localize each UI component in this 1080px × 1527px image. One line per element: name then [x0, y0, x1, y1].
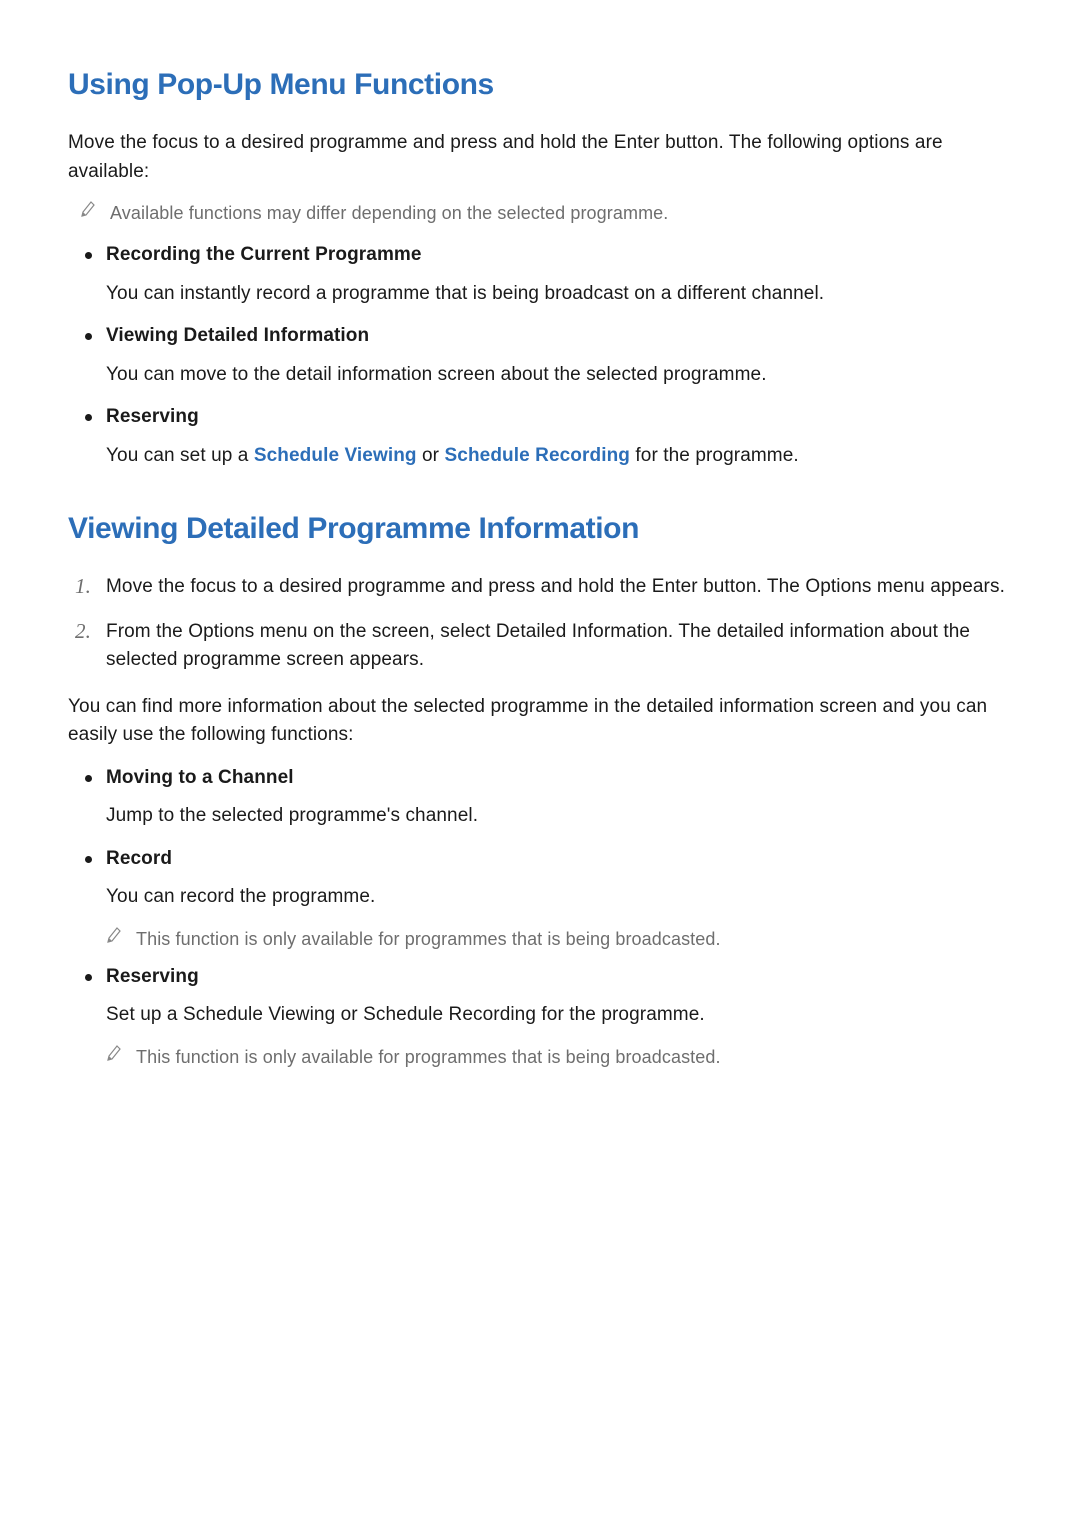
note-text: This function is only available for prog…	[136, 1045, 721, 1070]
item-desc: Jump to the selected programme's channel…	[106, 802, 1012, 831]
steps-list: Move the focus to a desired programme an…	[68, 573, 1012, 675]
note-row: Available functions may differ depending…	[80, 200, 1012, 225]
text-span: You can set up a	[106, 445, 254, 466]
page: Using Pop-Up Menu Functions Move the foc…	[0, 0, 1080, 1527]
section2-after-steps: You can find more information about the …	[68, 693, 1012, 750]
list-item: Viewing Detailed Information You can mov…	[68, 322, 1012, 389]
note-row: This function is only available for prog…	[106, 1044, 1012, 1069]
pencil-icon	[106, 926, 122, 944]
section1-bullets: Recording the Current Programme You can …	[68, 241, 1012, 470]
item-desc: You can record the programme.	[106, 883, 1012, 912]
item-title: Recording the Current Programme	[106, 241, 1012, 270]
item-title: Moving to a Channel	[106, 764, 1012, 793]
pencil-icon	[106, 1044, 122, 1062]
item-desc: Set up a Schedule Viewing or Schedule Re…	[106, 1001, 1012, 1030]
item-title: Reserving	[106, 403, 1012, 432]
link-schedule-recording[interactable]: Schedule Recording	[445, 445, 631, 466]
list-item: Recording the Current Programme You can …	[68, 241, 1012, 308]
list-item: Record You can record the programme. Thi…	[68, 845, 1012, 951]
link-schedule-viewing[interactable]: Schedule Viewing	[254, 445, 417, 466]
item-desc: You can set up a Schedule Viewing or Sch…	[106, 442, 1012, 471]
item-desc: You can instantly record a programme tha…	[106, 280, 1012, 309]
list-item: Moving to a Channel Jump to the selected…	[68, 764, 1012, 831]
text-span: for the programme.	[630, 445, 799, 466]
note-row: This function is only available for prog…	[106, 926, 1012, 951]
item-desc: You can move to the detail information s…	[106, 361, 1012, 390]
section2-bullets: Moving to a Channel Jump to the selected…	[68, 764, 1012, 1069]
text-span: or	[417, 445, 445, 466]
item-title: Record	[106, 845, 1012, 874]
section1-intro: Move the focus to a desired programme an…	[68, 129, 1012, 186]
section-heading-detailed-info: Viewing Detailed Programme Information	[68, 506, 1012, 551]
note-text: This function is only available for prog…	[136, 927, 721, 952]
list-item: Reserving You can set up a Schedule View…	[68, 403, 1012, 470]
step-item: Move the focus to a desired programme an…	[68, 573, 1012, 602]
item-title: Viewing Detailed Information	[106, 322, 1012, 351]
step-item: From the Options menu on the screen, sel…	[68, 618, 1012, 675]
pencil-icon	[80, 200, 96, 218]
item-title: Reserving	[106, 963, 1012, 992]
note-text: Available functions may differ depending…	[110, 201, 668, 226]
list-item: Reserving Set up a Schedule Viewing or S…	[68, 963, 1012, 1069]
section-heading-popup: Using Pop-Up Menu Functions	[68, 62, 1012, 107]
